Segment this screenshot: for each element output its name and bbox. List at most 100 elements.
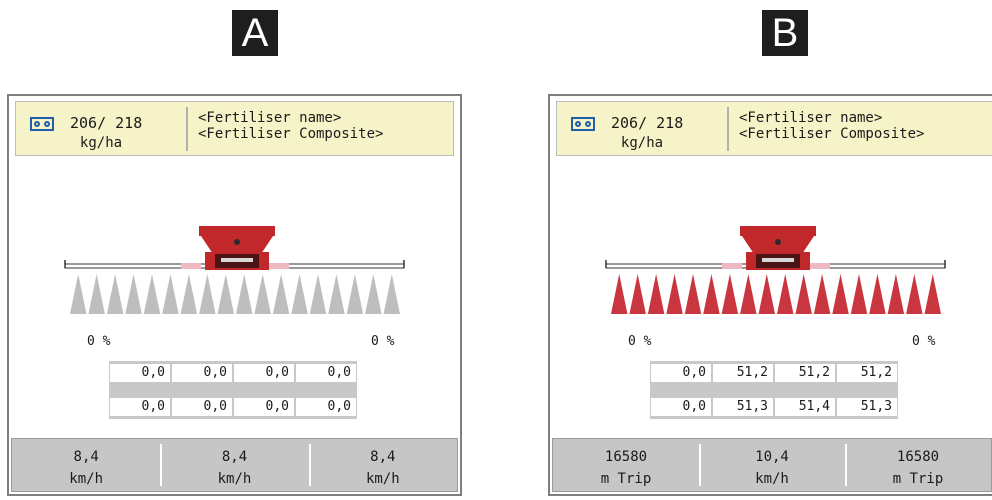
spread-fan-icon — [611, 274, 628, 314]
spread-fan-icon — [199, 274, 216, 314]
spread-fan-icon — [740, 274, 757, 314]
boom-joint-right — [269, 263, 289, 269]
spread-fan-icon — [684, 274, 702, 314]
grid-cell: 0,0 — [171, 364, 233, 382]
rate-meter-icon — [571, 117, 595, 131]
spread-fan-icon — [125, 274, 142, 314]
header-divider — [727, 107, 729, 151]
fertiliser-name[interactable]: <Fertiliser name> — [739, 110, 882, 126]
hopper-grille — [762, 258, 794, 262]
application-rate-value: 206/ 218 — [70, 114, 143, 132]
spread-fan-icon — [70, 274, 87, 314]
footer-field-2[interactable]: 8,4 km/h — [160, 439, 308, 491]
spread-fan-icon — [346, 274, 364, 314]
grid-cell: 51,3 — [712, 398, 774, 416]
spread-fan-icon — [328, 274, 345, 314]
footer-value: 8,4 — [370, 449, 396, 465]
grid-cell: 0,0 — [233, 398, 295, 416]
spreader-machine-icon — [605, 226, 946, 314]
boom-joint-left — [722, 263, 742, 269]
left-percentage: 0 % — [87, 334, 111, 349]
grid-cell: 51,2 — [836, 364, 898, 382]
spread-fan-icon — [777, 274, 794, 314]
status-footer: 8,4 km/h 8,4 km/h 8,4 km/h — [11, 438, 458, 492]
fertiliser-composite[interactable]: <Fertiliser Composite> — [739, 126, 924, 142]
grid-cell: 0,0 — [295, 364, 357, 382]
spread-fan-icon — [309, 274, 327, 314]
spread-fan-icon — [88, 274, 105, 314]
grid-row-1: 0,0 0,0 0,0 0,0 — [109, 364, 357, 382]
grid-cell: 51,4 — [774, 398, 836, 416]
grid-row-2: 0,0 51,3 51,4 51,3 — [650, 398, 898, 416]
header-bar: 206/ 218 kg/ha <Fertiliser name> <Fertil… — [556, 101, 992, 156]
footer-value: 8,4 — [73, 449, 99, 465]
section-value-grid: 0,0 0,0 0,0 0,0 0,0 0,0 0,0 0,0 — [109, 361, 357, 419]
spread-fan-icon — [254, 274, 271, 314]
spread-fan-icon — [291, 274, 308, 314]
spreader-machine-icon — [64, 226, 405, 314]
application-rate-field[interactable]: 206/ 218 kg/ha — [557, 102, 727, 155]
spread-fan-icon — [721, 274, 739, 314]
grid-cell: 0,0 — [109, 364, 171, 382]
section-value-grid: 0,0 51,2 51,2 51,2 0,0 51,3 51,4 51,3 — [650, 361, 898, 419]
grid-cell: 0,0 — [233, 364, 295, 382]
panel-label-a: A — [232, 10, 278, 56]
panel-label-b: B — [762, 10, 808, 56]
spread-fan-icon — [832, 274, 849, 314]
spread-fan-icon — [217, 274, 234, 314]
spreader-screen-a: 206/ 218 kg/ha <Fertiliser name> <Fertil… — [7, 94, 462, 496]
spread-fan-icon — [758, 274, 775, 314]
footer-value: 8,4 — [221, 449, 248, 465]
grid-cell: 51,2 — [712, 364, 774, 382]
footer-unit: km/h — [217, 471, 252, 487]
spread-fan-icon — [906, 274, 923, 314]
footer-field-3[interactable]: 16580 m Trip — [845, 439, 991, 491]
rate-meter-icon — [30, 117, 54, 131]
spreader-screen-b: 206/ 218 kg/ha <Fertiliser name> <Fertil… — [548, 94, 992, 496]
application-rate-unit: kg/ha — [620, 135, 664, 151]
spread-fan-icon — [272, 274, 290, 314]
grid-row-1: 0,0 51,2 51,2 51,2 — [650, 364, 898, 382]
spread-fan-icon — [850, 274, 868, 314]
header-divider — [186, 107, 188, 151]
spread-fan-icon — [703, 274, 720, 314]
grid-cell: 0,0 — [650, 398, 712, 416]
grid-cell: 51,3 — [836, 398, 898, 416]
grid-row-2: 0,0 0,0 0,0 0,0 — [109, 398, 357, 416]
fertiliser-name[interactable]: <Fertiliser name> — [198, 110, 341, 126]
footer-unit: km/h — [69, 471, 104, 487]
status-footer: 16580 m Trip 10,4 km/h 16580 m Trip — [552, 438, 992, 492]
footer-value: 16580 — [896, 449, 940, 465]
spread-fan-icon — [647, 274, 665, 314]
application-rate-value: 206/ 218 — [611, 114, 684, 132]
spread-fan-icon — [162, 274, 179, 314]
footer-unit: km/h — [365, 471, 400, 487]
hopper-top — [740, 226, 816, 236]
footer-value: 10,4 — [755, 449, 789, 465]
spread-fan-icon — [143, 274, 161, 314]
spread-fan-icon — [106, 274, 124, 314]
footer-field-1[interactable]: 8,4 km/h — [12, 439, 160, 491]
boom-joint-left — [181, 263, 201, 269]
left-percentage: 0 % — [628, 334, 652, 349]
right-percentage: 0 % — [371, 334, 395, 349]
application-rate-field[interactable]: 206/ 218 kg/ha — [16, 102, 186, 155]
footer-field-2[interactable]: 10,4 km/h — [699, 439, 845, 491]
fertiliser-composite[interactable]: <Fertiliser Composite> — [198, 126, 383, 142]
spread-fan-icon — [383, 274, 400, 314]
grid-cell: 0,0 — [650, 364, 712, 382]
footer-field-3[interactable]: 8,4 km/h — [308, 439, 457, 491]
footer-field-1[interactable]: 16580 m Trip — [553, 439, 699, 491]
footer-unit: m Trip — [892, 471, 944, 487]
spread-fan-icon — [795, 274, 812, 314]
spread-fan-icon — [365, 274, 382, 314]
spread-fan-icon — [629, 274, 646, 314]
spread-fan-icon — [666, 274, 683, 314]
spread-fan-icon — [180, 274, 198, 314]
footer-value: 16580 — [604, 449, 648, 465]
hopper-top — [199, 226, 275, 236]
footer-unit: m Trip — [600, 471, 652, 487]
boom-joint-right — [810, 263, 830, 269]
grid-cell: 0,0 — [295, 398, 357, 416]
spread-fan-icon — [887, 274, 905, 314]
